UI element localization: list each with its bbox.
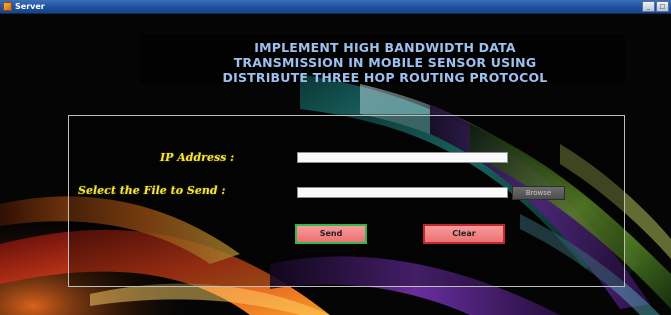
minimize-button[interactable]: _ (642, 1, 655, 12)
ip-address-label: IP Address : (160, 151, 235, 164)
heading-line-1: IMPLEMENT HIGH BANDWIDTH DATA (254, 40, 516, 55)
form-group-box (68, 115, 625, 287)
window-title: Server (15, 2, 45, 11)
window-controls: _ □ (642, 1, 669, 12)
file-path-input[interactable] (297, 187, 508, 198)
page-heading: IMPLEMENT HIGH BANDWIDTH DATA TRANSMISSI… (150, 40, 620, 85)
maximize-button[interactable]: □ (656, 1, 669, 12)
send-button[interactable]: Send (295, 224, 367, 244)
server-window: Server _ □ IMPLEMENT HIGH BANDWIDTH DATA… (0, 0, 671, 315)
browse-button[interactable]: Browse (512, 186, 565, 200)
clear-button[interactable]: Clear (423, 224, 505, 244)
heading-line-2: TRANSMISSION IN MOBILE SENSOR USING (233, 55, 537, 70)
heading-line-3: DISTRIBUTE THREE HOP ROUTING PROTOCOL (222, 70, 548, 85)
ip-address-input[interactable] (297, 152, 508, 163)
title-bar[interactable]: Server _ □ (0, 0, 671, 14)
app-window-icon (3, 2, 12, 11)
select-file-label: Select the File to Send : (78, 184, 226, 197)
